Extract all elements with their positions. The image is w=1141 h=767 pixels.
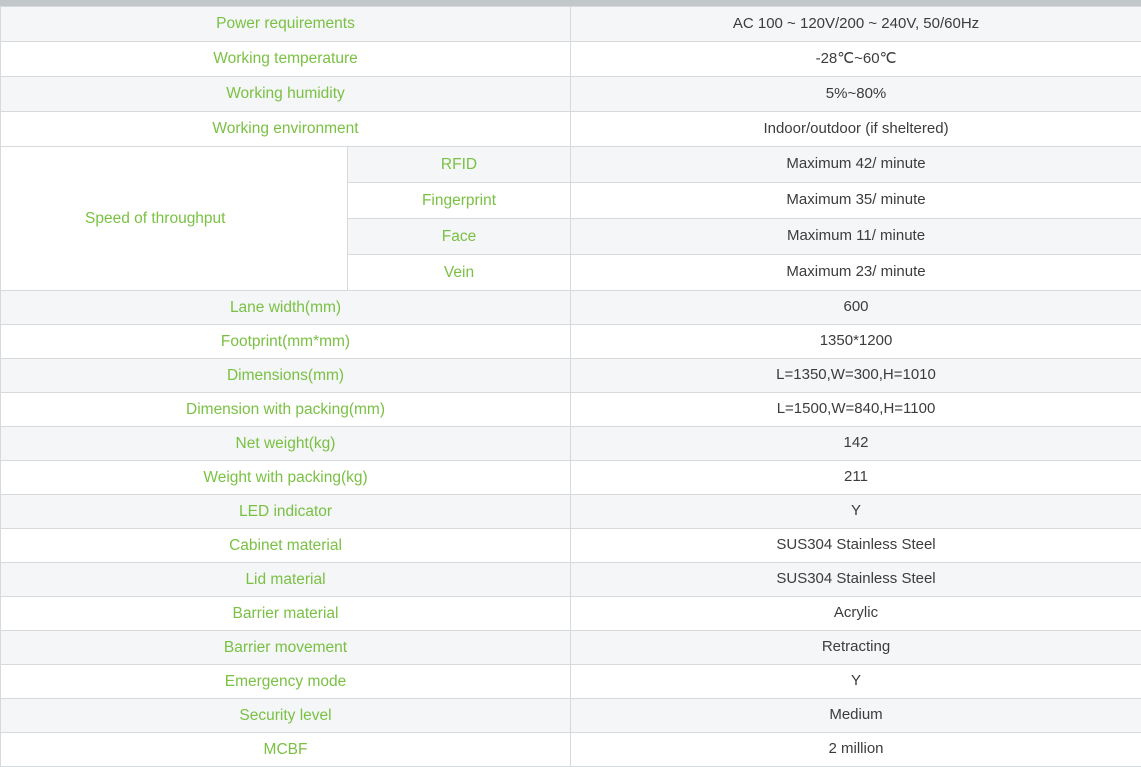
row-value: Y [571,495,1141,529]
row-value: 5%~80% [571,77,1141,112]
row-label: Working environment [1,112,571,147]
row-label: Power requirements [1,7,571,42]
row-value: Acrylic [571,597,1141,631]
row-value: 142 [571,427,1141,461]
row-label: Cabinet material [1,529,571,563]
row-value: 2 million [571,733,1141,767]
row-value: 1350*1200 [571,325,1141,359]
row-value: Retracting [571,631,1141,665]
table-row: Emergency mode Y [1,665,1141,699]
row-label: Weight with packing(kg) [1,461,571,495]
specification-sheet: Power requirements AC 100 ~ 120V/200 ~ 2… [0,0,1141,762]
row-value: Medium [571,699,1141,733]
table-row: Net weight(kg) 142 [1,427,1141,461]
table-row: MCBF 2 million [1,733,1141,767]
group-sublabel: Fingerprint [348,183,571,219]
table-row: Barrier movement Retracting [1,631,1141,665]
table-row-grouped: Speed of throughput RFID Maximum 42/ min… [1,147,1141,183]
row-label: Net weight(kg) [1,427,571,461]
row-label: Barrier material [1,597,571,631]
row-value: Maximum 23/ minute [571,255,1141,291]
group-sublabel: RFID [348,147,571,183]
row-label: Security level [1,699,571,733]
row-value: SUS304 Stainless Steel [571,529,1141,563]
row-value: L=1500,W=840,H=1100 [571,393,1141,427]
row-value: AC 100 ~ 120V/200 ~ 240V, 50/60Hz [571,7,1141,42]
row-label: Lid material [1,563,571,597]
group-sublabel: Vein [348,255,571,291]
row-value: Y [571,665,1141,699]
row-value: SUS304 Stainless Steel [571,563,1141,597]
table-row: Security level Medium [1,699,1141,733]
row-label: MCBF [1,733,571,767]
row-label: Footprint(mm*mm) [1,325,571,359]
group-label-speed-of-throughput: Speed of throughput [1,147,348,291]
row-value: Indoor/outdoor (if sheltered) [571,112,1141,147]
row-label: Lane width(mm) [1,291,571,325]
table-row: Working environment Indoor/outdoor (if s… [1,112,1141,147]
row-label: LED indicator [1,495,571,529]
row-value: 600 [571,291,1141,325]
table-row: Footprint(mm*mm) 1350*1200 [1,325,1141,359]
table-row: Dimensions(mm) L=1350,W=300,H=1010 [1,359,1141,393]
row-label: Emergency mode [1,665,571,699]
row-label: Dimensions(mm) [1,359,571,393]
table-row: Barrier material Acrylic [1,597,1141,631]
row-label: Working temperature [1,42,571,77]
table-row: Cabinet material SUS304 Stainless Steel [1,529,1141,563]
table-row: Weight with packing(kg) 211 [1,461,1141,495]
group-sublabel: Face [348,219,571,255]
table-row: Power requirements AC 100 ~ 120V/200 ~ 2… [1,7,1141,42]
table-row: Lane width(mm) 600 [1,291,1141,325]
row-value: Maximum 35/ minute [571,183,1141,219]
row-label: Working humidity [1,77,571,112]
table-row: LED indicator Y [1,495,1141,529]
table-row: Working humidity 5%~80% [1,77,1141,112]
row-label: Barrier movement [1,631,571,665]
table-row: Dimension with packing(mm) L=1500,W=840,… [1,393,1141,427]
table-row: Working temperature -28℃~60℃ [1,42,1141,77]
row-value: -28℃~60℃ [571,42,1141,77]
row-value: Maximum 11/ minute [571,219,1141,255]
table-row: Lid material SUS304 Stainless Steel [1,563,1141,597]
row-value: L=1350,W=300,H=1010 [571,359,1141,393]
row-value: Maximum 42/ minute [571,147,1141,183]
specification-table-body: Power requirements AC 100 ~ 120V/200 ~ 2… [1,7,1141,767]
specification-table: Power requirements AC 100 ~ 120V/200 ~ 2… [0,6,1141,767]
row-value: 211 [571,461,1141,495]
row-label: Dimension with packing(mm) [1,393,571,427]
